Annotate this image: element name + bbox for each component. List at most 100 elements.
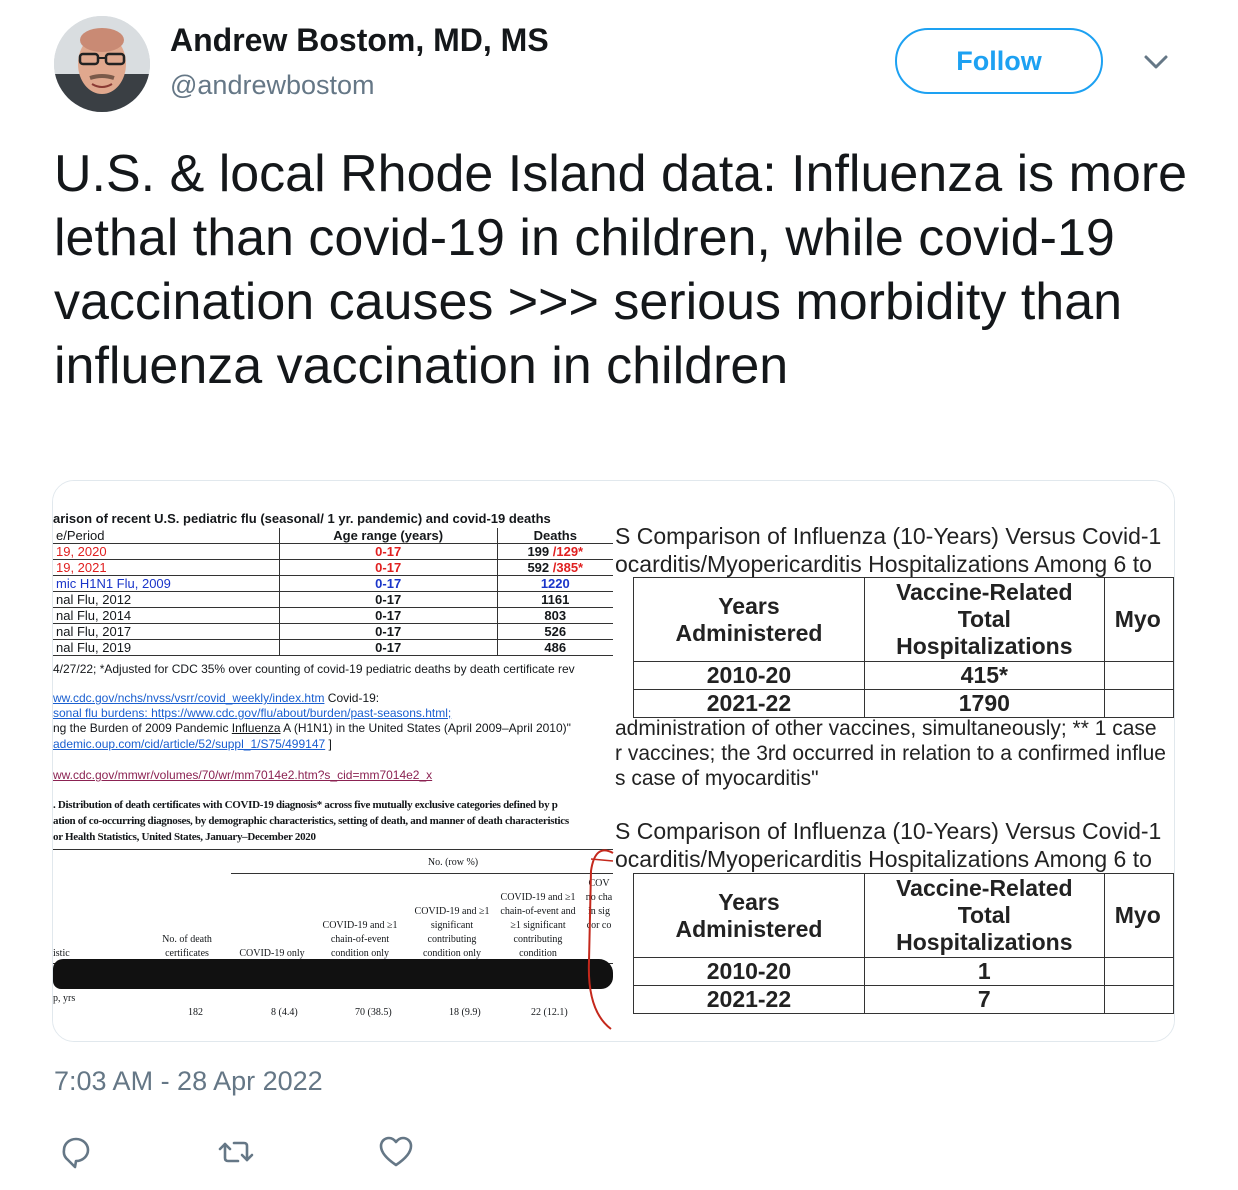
table-header-row: Years Administered Vaccine-Related Total Ho… — [633, 873, 1174, 958]
age-cell: 0-17 — [278, 623, 498, 640]
avatar-photo — [54, 16, 150, 112]
source-line-5: ww.cdc.gov/mmwr/volumes/70/wr/mm7014e2.h… — [53, 768, 432, 782]
table-header-row: Years Administered Vaccine-Related Total Ho… — [633, 577, 1174, 662]
media-image-left: arison of recent U.S. pediatric flu (sea… — [53, 481, 615, 1041]
total-cell: 415* — [863, 661, 1105, 690]
table-row: mic H1N1 Flu, 2009 0-17 1220 — [53, 575, 613, 592]
period-cell: nal Flu, 2019 — [53, 639, 280, 656]
table-footnote: 4/27/22; *Adjusted for CDC 35% over coun… — [53, 662, 575, 676]
author-name[interactable]: Andrew Bostom, MD, MS — [170, 22, 549, 59]
age-cell: 0-17 — [278, 639, 498, 656]
table-row: 2010-20 415* — [633, 661, 1174, 690]
hospitalization-table-1: Years Administered Vaccine-Related Total Ho… — [633, 577, 1174, 718]
age-cell: 0-17 — [278, 543, 498, 560]
deaths-value: 199 — [527, 544, 553, 559]
table1-title-2: ocarditis/Myopericarditis Hospitalizatio… — [615, 551, 1152, 577]
table-row: nal Flu, 2019 0-17 486 — [53, 639, 613, 656]
deaths-cell: 486 — [496, 639, 613, 656]
myo-cell — [1103, 957, 1174, 986]
deaths-value: 592 — [527, 560, 553, 575]
age-cell: 0-17 — [278, 575, 498, 592]
header-line: Total — [957, 902, 1011, 928]
table2-title-1: S Comparison of Influenza (10-Years) Ver… — [615, 818, 1162, 844]
table-row: nal Flu, 2014 0-17 803 — [53, 607, 613, 624]
fig-col-death-certs: No. of death certificates — [162, 934, 212, 959]
header-line: Hospitalizations — [896, 929, 1073, 955]
deaths-adjusted: /385* — [552, 560, 584, 575]
reply-icon[interactable] — [56, 1132, 96, 1172]
chevron-down-icon[interactable] — [1142, 52, 1170, 72]
table-header-row: e/Period Age range (years) Deaths — [53, 528, 613, 544]
like-icon[interactable] — [376, 1132, 416, 1172]
header-line: Vaccine-Related — [896, 579, 1073, 605]
total-cell: 1790 — [863, 689, 1105, 718]
media-image-right: S Comparison of Influenza (10-Years) Ver… — [615, 481, 1174, 1041]
fig-col-both: COVID-19 and ≥1 chain-of-event and ≥1 si… — [500, 892, 576, 959]
table-row: 2010-20 1 — [633, 957, 1174, 986]
mmwr-link[interactable]: ww.cdc.gov/mmwr/volumes/70/wr/mm7014e2.h… — [53, 768, 432, 782]
deaths-cell: 199 /129* — [496, 543, 613, 560]
redaction-bar — [53, 959, 613, 989]
tweet-timestamp[interactable]: 7:03 AM - 28 Apr 2022 — [54, 1066, 323, 1097]
myo-cell — [1103, 661, 1174, 690]
source-suffix: ] — [325, 737, 332, 751]
period-cell: 19, 2021 — [53, 559, 280, 576]
source-line-3: ng the Burden of 2009 Pandemic Influenza… — [53, 721, 571, 735]
header-line: Hospitalizations — [896, 633, 1073, 659]
table1-note-3: s case of myocarditis" — [615, 767, 819, 790]
figure-caption-3: or Health Statistics, United States, Jan… — [53, 831, 316, 843]
table1-note-2: r vaccines; the 3rd occurred in relation… — [615, 742, 1166, 765]
table-row: nal Flu, 2017 0-17 526 — [53, 623, 613, 640]
row-pct-header: No. (row %) — [427, 857, 479, 868]
years-cell: 2021-22 — [633, 985, 865, 1014]
years-cell: 2021-22 — [633, 689, 865, 718]
table2-title-2: ocarditis/Myopericarditis Hospitalizatio… — [615, 846, 1152, 872]
author-handle[interactable]: @andrewbostom — [170, 70, 375, 101]
deaths-cell: 1220 — [496, 575, 613, 592]
years-cell: 2010-20 — [633, 957, 865, 986]
period-cell: mic H1N1 Flu, 2009 — [53, 575, 280, 592]
hospitalization-table-2: Years Administered Vaccine-Related Total Ho… — [633, 873, 1174, 1014]
tweet-media[interactable]: arison of recent U.S. pediatric flu (sea… — [52, 480, 1175, 1042]
col-period-header: e/Period — [53, 528, 280, 544]
table-row: 19, 2021 0-17 592 /385* — [53, 559, 613, 576]
deaths-cell: 1161 — [496, 591, 613, 608]
figure-caption-2: ation of co-occurring diagnoses, by demo… — [53, 815, 569, 827]
left-table-title: arison of recent U.S. pediatric flu (sea… — [53, 511, 551, 526]
fig-col-chain-event: COVID-19 and ≥1 chain-of-event condition… — [322, 920, 398, 959]
age-cell: 0-17 — [278, 591, 498, 608]
follow-button[interactable]: Follow — [895, 28, 1103, 94]
deaths-table: e/Period Age range (years) Deaths 19, 20… — [53, 528, 613, 656]
citation-influenza: Influenza — [231, 721, 281, 735]
fig-value: 182 — [188, 1007, 203, 1018]
retweet-icon[interactable] — [216, 1132, 256, 1172]
header-line: Vaccine-Related — [896, 875, 1073, 901]
header-line: Administered — [675, 619, 823, 646]
header-line: Years — [718, 592, 780, 619]
header-line: Total — [957, 606, 1011, 632]
age-cell: 0-17 — [278, 559, 498, 576]
age-cell: 0-17 — [278, 607, 498, 624]
col-years-header: Years Administered — [633, 577, 865, 662]
col-myo-header: Myo — [1103, 577, 1174, 662]
table-row: nal Flu, 2012 0-17 1161 — [53, 591, 613, 608]
deaths-cell: 592 /385* — [496, 559, 613, 576]
table-row: 2021-22 1790 — [633, 689, 1174, 718]
cdc-covid-link[interactable]: ww.cdc.gov/nchs/nvss/vsrr/covid_weekly/i… — [53, 691, 324, 705]
source-line-4: ademic.oup.com/cid/article/52/suppl_1/S7… — [53, 737, 332, 751]
annotation-bracket — [587, 849, 614, 1030]
col-deaths-header: Deaths — [496, 528, 613, 544]
fig-value: 22 (12.1) — [531, 1007, 568, 1018]
fig-value: 18 (9.9) — [449, 1007, 481, 1018]
oup-link[interactable]: ademic.oup.com/cid/article/52/suppl_1/S7… — [53, 737, 325, 751]
cdc-flu-link[interactable]: sonal flu burdens: https://www.cdc.gov/f… — [53, 706, 451, 720]
myo-cell — [1103, 985, 1174, 1014]
table-row: 2021-22 7 — [633, 985, 1174, 1014]
source-suffix: Covid-19: — [324, 691, 380, 705]
tweet-header: Andrew Bostom, MD, MS @andrewbostom Foll… — [0, 0, 1238, 130]
col-years-header: Years Administered — [633, 873, 865, 958]
avatar[interactable] — [54, 16, 150, 112]
header-line: Years — [718, 888, 780, 915]
deaths-adjusted: /129* — [552, 544, 584, 559]
period-cell: nal Flu, 2012 — [53, 591, 280, 608]
